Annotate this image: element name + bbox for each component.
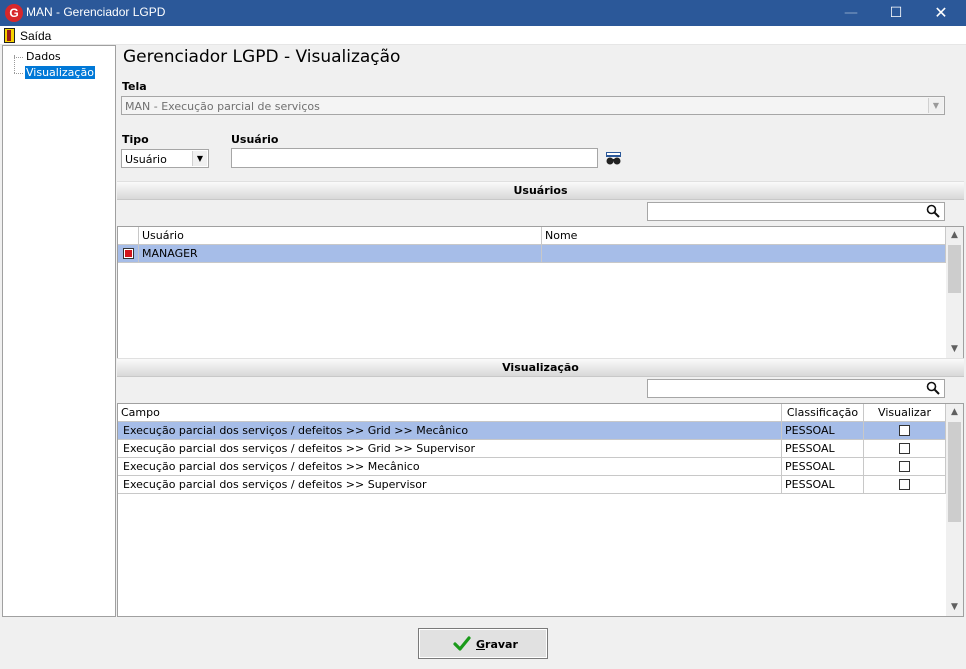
chevron-down-icon[interactable]: ▼ [192, 151, 207, 166]
minimize-button[interactable]: — [828, 0, 874, 26]
search-icon[interactable] [926, 381, 940, 395]
row-checkbox-cell[interactable] [118, 245, 139, 263]
scroll-thumb[interactable] [948, 245, 961, 293]
usuario-label: Usuário [231, 133, 279, 146]
tree-item-visualizacao[interactable]: Visualização [25, 66, 95, 79]
cell-campo: Execução parcial dos serviços / defeitos… [118, 458, 782, 476]
maximize-button[interactable]: ☐ [873, 0, 919, 26]
table-row[interactable]: Execução parcial dos serviços / defeitos… [118, 458, 946, 476]
cell-campo: Execução parcial dos serviços / defeitos… [118, 440, 782, 458]
binoculars-search-icon[interactable] [605, 151, 622, 166]
window-title: MAN - Gerenciador LGPD [26, 5, 166, 19]
visualizar-checkbox[interactable] [899, 460, 910, 472]
users-grid: Usuário Nome MANAGER ▲ ▼ [117, 226, 964, 359]
usuario-input[interactable] [231, 148, 598, 168]
close-button[interactable]: ✕ [918, 0, 964, 26]
title-bar: G MAN - Gerenciador LGPD — ☐ ✕ [0, 0, 966, 26]
checkbox-checked[interactable] [122, 247, 134, 259]
users-vertical-scrollbar[interactable]: ▲ ▼ [946, 227, 963, 358]
visualizacao-grid: Campo Classificação Visualizar Execução … [117, 403, 964, 617]
cell-usuario: MANAGER [139, 245, 542, 263]
scroll-down-icon[interactable]: ▼ [946, 341, 963, 358]
scroll-up-icon[interactable]: ▲ [946, 404, 963, 421]
table-row[interactable]: MANAGER [118, 245, 946, 263]
tela-select-value: MAN - Execução parcial de serviços [125, 100, 320, 113]
cell-campo: Execução parcial dos serviços / defeitos… [118, 476, 782, 494]
table-row[interactable]: Execução parcial dos serviços / defeitos… [118, 476, 946, 494]
visualizacao-search-input[interactable] [647, 379, 945, 398]
cell-classificacao: PESSOAL [782, 422, 864, 440]
visualizacao-grid-header: Campo Classificação Visualizar [118, 404, 946, 422]
cell-classificacao: PESSOAL [782, 440, 864, 458]
users-search-input[interactable] [647, 202, 945, 221]
tree-connector [14, 73, 23, 74]
search-icon[interactable] [926, 204, 940, 218]
menu-bar: Saída [0, 26, 966, 45]
cell-visualizar[interactable] [864, 458, 946, 476]
cell-visualizar[interactable] [864, 476, 946, 494]
cell-nome [542, 245, 946, 263]
tipo-label: Tipo [122, 133, 149, 146]
cell-campo: Execução parcial dos serviços / defeitos… [118, 422, 782, 440]
cell-visualizar[interactable] [864, 422, 946, 440]
column-header-check[interactable] [118, 227, 139, 245]
visualizar-checkbox[interactable] [899, 478, 910, 490]
column-header-classificacao[interactable]: Classificação [782, 404, 864, 422]
scroll-down-icon[interactable]: ▼ [946, 599, 963, 616]
tela-label: Tela [122, 80, 147, 93]
column-header-visualizar[interactable]: Visualizar [864, 404, 946, 422]
users-grid-header: Usuário Nome [118, 227, 946, 245]
visualizar-checkbox[interactable] [899, 442, 910, 454]
cell-visualizar[interactable] [864, 440, 946, 458]
column-header-nome[interactable]: Nome [542, 227, 946, 245]
visualizacao-vertical-scrollbar[interactable]: ▲ ▼ [946, 404, 963, 616]
exit-door-icon[interactable] [4, 28, 15, 43]
save-label-rest: ravar [485, 638, 518, 651]
tipo-select[interactable]: Usuário ▼ [121, 149, 209, 168]
navigation-tree: Dados Visualização [2, 45, 116, 617]
chevron-down-icon[interactable]: ▼ [928, 98, 943, 113]
page-title: Gerenciador LGPD - Visualização [123, 47, 401, 67]
app-icon: G [5, 4, 23, 22]
table-row[interactable]: Execução parcial dos serviços / defeitos… [118, 440, 946, 458]
cell-classificacao: PESSOAL [782, 476, 864, 494]
checkmark-icon [453, 636, 471, 651]
table-row[interactable]: Execução parcial dos serviços / defeitos… [118, 422, 946, 440]
column-header-campo[interactable]: Campo [118, 404, 782, 422]
save-button-label: Gravar [476, 638, 518, 651]
column-header-usuario[interactable]: Usuário [139, 227, 542, 245]
save-mnemonic: G [476, 638, 486, 651]
save-button[interactable]: Gravar [418, 628, 548, 659]
tela-select[interactable]: MAN - Execução parcial de serviços ▼ [121, 96, 945, 115]
visualizar-checkbox[interactable] [899, 424, 910, 436]
users-section-header: Usuários [117, 181, 964, 200]
tree-item-dados[interactable]: Dados [25, 50, 62, 63]
menu-item-exit[interactable]: Saída [20, 29, 51, 43]
cell-classificacao: PESSOAL [782, 458, 864, 476]
scroll-thumb[interactable] [948, 422, 961, 522]
visualizacao-section-header: Visualização [117, 358, 964, 377]
scroll-up-icon[interactable]: ▲ [946, 227, 963, 244]
tipo-select-value: Usuário [125, 153, 167, 166]
tree-connector [14, 57, 23, 58]
